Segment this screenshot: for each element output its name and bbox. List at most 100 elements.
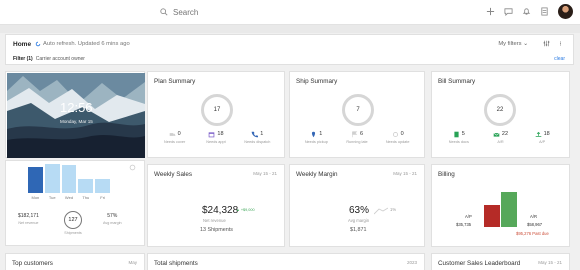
stat-value: 1 (319, 131, 323, 137)
card-title: Billing (438, 171, 455, 178)
ap-stat[interactable]: 18 A/P (524, 130, 560, 144)
stat-value: 0 (177, 131, 181, 137)
bar-tuesday[interactable] (44, 164, 60, 193)
card-title: Total shipments (154, 260, 198, 267)
stat-value: 5 (461, 131, 465, 137)
date-range: 2023 (406, 260, 417, 265)
filter-summary[interactable]: Filter (1) Carrier account owner (13, 56, 85, 62)
landscape-image (7, 73, 145, 158)
stat-value: 1 (260, 131, 264, 137)
bar-friday[interactable] (95, 178, 110, 193)
flag-icon (352, 130, 358, 137)
bar-wednesday[interactable] (61, 165, 77, 193)
needs-appt-stat[interactable]: 18 Needs appt (198, 130, 234, 144)
filter-value: Carrier account owner (35, 56, 85, 62)
plus-icon[interactable] (486, 7, 495, 16)
top-customers-card[interactable]: Top customers May (5, 253, 145, 270)
search-input[interactable] (173, 7, 393, 17)
weekly-margin-card[interactable]: Weekly Margin May 15 - 21 63% 1% Avg mar… (289, 164, 425, 247)
ar-label: A/R (530, 214, 537, 219)
stat-value: 22 (501, 131, 509, 137)
refresh-icon (392, 131, 398, 137)
stat-value: 0 (400, 131, 404, 137)
day-label: Tue (48, 195, 56, 200)
document-icon (454, 131, 459, 137)
card-title: Plan Summary (154, 78, 196, 85)
sliders-icon[interactable] (543, 40, 550, 47)
weekly-margin-label: Avg margin (348, 218, 370, 223)
refresh-icon (35, 41, 41, 47)
weekly-margin-amount: $1,871 (350, 227, 367, 233)
avg-margin-label: Avg margin (103, 221, 122, 225)
ap-value: $35,735 (456, 222, 472, 227)
search-box[interactable] (160, 5, 400, 19)
bell-icon[interactable] (522, 7, 531, 16)
photo-clock-card: 12:56 Monday, Mar 15 (5, 71, 145, 158)
needs-cover-stat[interactable]: 0 Needs cover (157, 130, 193, 144)
weekly-sales-label: Net revenue (203, 218, 226, 223)
bar-monday[interactable] (28, 167, 43, 193)
refresh-status: Auto refresh. Updated 6 mins ago (35, 41, 130, 47)
leaderboard-card[interactable]: Customer Sales Leaderboard May 15 - 21 (431, 253, 570, 270)
ar-stat[interactable]: 22 A/R (482, 130, 518, 144)
document-icon[interactable] (540, 7, 549, 16)
top-bar (0, 0, 580, 25)
search-icon (160, 8, 168, 16)
ap-label: A/P (465, 214, 472, 219)
weekly-sales-card[interactable]: Weekly Sales May 15 - 21 $24,328 ▲ +$9,0… (147, 164, 285, 247)
card-title: Weekly Sales (154, 171, 193, 178)
ar-bar[interactable] (501, 192, 517, 227)
day-label: Mon (31, 195, 40, 200)
stat-label: Running late (346, 140, 368, 144)
clear-filter-link[interactable]: clear (554, 56, 565, 62)
daily-bar-labels: Mon Tue Wed Thu Fri (28, 195, 110, 200)
weekly-sales-amount: $24,328 (202, 205, 239, 216)
phone-icon (251, 131, 259, 137)
plan-summary-card[interactable]: Plan Summary 17 0 Needs cover 18 Needs app… (147, 71, 285, 158)
outbox-icon (535, 131, 541, 137)
ship-summary-card[interactable]: Ship Summary 7 1 Needs pickup 6 Running la… (289, 71, 425, 158)
needs-dispatch-stat[interactable]: 1 Needs dispatch (239, 130, 275, 144)
needs-update-stat[interactable]: 0 Needs update (380, 130, 416, 144)
my-filters-dropdown[interactable]: My filters ⌄ (498, 41, 528, 47)
bill-summary-card[interactable]: Bill Summary 22 5 Needs docs 22 A/R 18 A/P (431, 71, 570, 158)
stat-label: A/P (539, 140, 546, 144)
clock-date: Monday, Mar 15 (60, 119, 93, 124)
chat-icon[interactable] (504, 7, 513, 16)
net-revenue-value: $182,171 (18, 213, 39, 219)
avatar[interactable] (558, 4, 573, 19)
shipments-circle: 127 (64, 211, 82, 229)
billing-card[interactable]: Billing A/P $35,735 A/R $58,967 $95,276 … (431, 164, 570, 247)
dashboard-toolbar: Home Auto refresh. Updated 6 mins ago My… (5, 34, 574, 65)
needs-docs-stat[interactable]: 5 Needs docs (441, 130, 477, 144)
ap-bar[interactable] (484, 205, 500, 227)
navigation-strip (0, 25, 580, 33)
day-label: Wed (64, 195, 74, 200)
date-range: May 15 - 21 (538, 260, 562, 265)
stat-value: 18 (543, 131, 550, 137)
day-label: Thu (82, 195, 90, 200)
needs-pickup-stat[interactable]: 1 Needs pickup (298, 130, 334, 144)
total-shipments-card[interactable]: Total shipments 2023 (147, 253, 425, 270)
stat-label: Needs docs (448, 140, 469, 144)
billing-bar-chart (484, 187, 518, 227)
avg-margin-value: 57% (107, 213, 118, 219)
bar-thursday[interactable] (78, 179, 94, 193)
bill-count-ring: 22 (484, 94, 516, 126)
card-title: Top customers (12, 260, 53, 267)
stat-label: Needs pickup (304, 140, 328, 144)
shipments-label: Shipments (64, 231, 82, 235)
net-revenue-label: Net revenue (18, 221, 39, 225)
trend-line-icon (374, 207, 388, 215)
refresh-text: Auto refresh. Updated 6 mins ago (43, 41, 130, 47)
stat-label: A/R (497, 140, 504, 144)
collapse-icon[interactable] (129, 164, 136, 171)
weekly-sales-change: ▲ +$9,000 (236, 208, 255, 212)
home-label[interactable]: Home (13, 41, 31, 48)
date-range: May 15 - 21 (393, 171, 417, 176)
running-late-stat[interactable]: 6 Running late (339, 130, 375, 144)
clock-time: 12:56 (60, 100, 93, 115)
more-vertical-icon[interactable] (558, 40, 563, 47)
stat-label: Needs appt (206, 140, 226, 144)
past-due-value: $95,276 Past due (516, 231, 549, 236)
